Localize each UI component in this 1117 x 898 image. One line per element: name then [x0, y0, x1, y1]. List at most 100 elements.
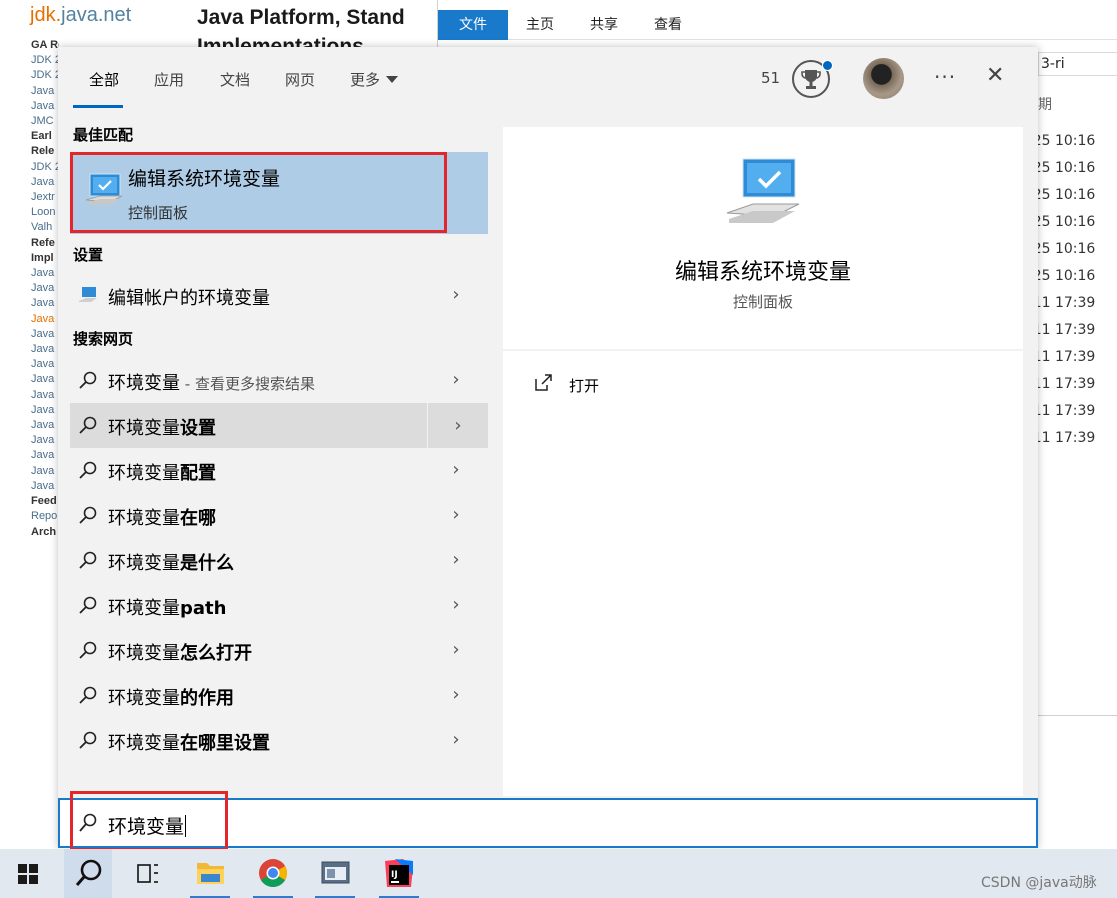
sidebar-link[interactable]: Valh — [31, 220, 59, 235]
suggestion-item[interactable]: 环境变量path › — [70, 583, 488, 628]
start-button[interactable] — [4, 849, 52, 898]
web-search-header: 搜索网页 — [73, 330, 134, 348]
file-date[interactable]: /25 10:16 — [1038, 236, 1117, 263]
taskbar-control-panel[interactable] — [311, 849, 359, 898]
suggestion-item[interactable]: 环境变量怎么打开 › — [70, 628, 488, 673]
web-result-item[interactable]: 环境变量 - 查看更多搜索结果 › — [70, 358, 488, 403]
task-view-button[interactable] — [124, 849, 172, 898]
user-avatar[interactable] — [863, 58, 904, 99]
suggestion-item[interactable]: 环境变量配置 › — [70, 448, 488, 493]
ribbon-tab-home[interactable]: 主页 — [508, 10, 572, 40]
sidebar-link[interactable]: Jextr — [31, 190, 59, 205]
preview-title: 编辑系统环境变量 — [674, 260, 851, 285]
explorer-search-field[interactable]: 3-ri — [1038, 52, 1117, 76]
file-date[interactable]: /25 10:16 — [1038, 182, 1117, 209]
sidebar-link[interactable]: JDK 2 — [31, 160, 59, 175]
suggestion-item[interactable]: 环境变量在哪里设置 › — [70, 718, 488, 763]
explorer-ribbon: 文件 主页 共享 查看 — [438, 10, 1117, 40]
open-label: 打开 — [569, 377, 600, 395]
system-settings-icon — [726, 158, 800, 223]
sidebar-link[interactable]: Java — [31, 357, 59, 372]
sidebar-link[interactable]: Java — [31, 372, 59, 387]
sidebar-link[interactable]: JDK 2 — [31, 68, 59, 83]
close-icon[interactable]: ✕ — [986, 65, 1004, 87]
taskbar: IJ — [0, 849, 1117, 898]
sidebar-link[interactable]: Java — [31, 266, 59, 281]
chevron-right-icon[interactable]: › — [446, 684, 466, 706]
sidebar-link[interactable]: Java — [31, 418, 59, 433]
divider — [503, 349, 1023, 351]
file-date[interactable]: /11 17:39 — [1038, 398, 1117, 425]
file-date[interactable]: /11 17:39 — [1038, 425, 1117, 452]
sidebar-link[interactable]: Java — [31, 327, 59, 342]
taskbar-search-button[interactable] — [64, 849, 112, 898]
suggestion-label: 环境变量配置 — [108, 463, 216, 484]
chevron-right-icon[interactable]: › — [446, 369, 466, 391]
sidebar-link[interactable]: Loon — [31, 205, 59, 220]
sidebar-link[interactable]: Java — [31, 448, 59, 463]
rewards-points[interactable]: 51 — [761, 69, 780, 87]
file-date[interactable]: /11 17:39 — [1038, 317, 1117, 344]
sidebar-link[interactable]: JMC — [31, 114, 59, 129]
chevron-right-icon[interactable]: › — [446, 549, 466, 571]
sidebar-link[interactable]: Impl — [31, 251, 59, 266]
sidebar-link[interactable]: Java — [31, 175, 59, 190]
open-action[interactable]: 打开 — [533, 373, 733, 399]
suggestion-item[interactable]: 环境变量设置 › — [70, 403, 488, 448]
suggestion-item[interactable]: 环境变量的作用 › — [70, 673, 488, 718]
chevron-right-icon[interactable]: › — [446, 594, 466, 616]
search-icon — [79, 416, 97, 434]
chevron-right-icon[interactable]: › — [427, 403, 488, 448]
file-date[interactable]: /11 17:39 — [1038, 344, 1117, 371]
tab-documents[interactable]: 文档 — [220, 69, 250, 90]
file-date[interactable]: /25 10:16 — [1038, 263, 1117, 290]
sidebar-link[interactable]: Java — [31, 312, 59, 327]
tab-more[interactable]: 更多 — [350, 69, 399, 90]
file-date[interactable]: /25 10:16 — [1038, 128, 1117, 155]
file-date[interactable]: /11 17:39 — [1038, 371, 1117, 398]
file-date[interactable]: /25 10:16 — [1038, 209, 1117, 236]
ribbon-tab-share[interactable]: 共享 — [572, 10, 636, 40]
chevron-right-icon[interactable]: › — [446, 459, 466, 481]
sidebar-link[interactable]: Java — [31, 403, 59, 418]
jdk-logo[interactable]: jdk.java.net — [30, 4, 131, 27]
tab-web[interactable]: 网页 — [285, 69, 315, 90]
ribbon-tab-view[interactable]: 查看 — [636, 10, 700, 40]
search-input[interactable]: 环境变量 — [58, 798, 1038, 848]
sidebar-link[interactable]: Java — [31, 99, 59, 114]
column-header-date[interactable]: 期 — [1038, 94, 1052, 114]
tab-all[interactable]: 全部 — [89, 69, 119, 90]
taskbar-chrome[interactable] — [249, 849, 297, 898]
suggestion-item[interactable]: 环境变量在哪 › — [70, 493, 488, 538]
sidebar-link[interactable]: GA Releases — [31, 38, 59, 53]
sidebar-link[interactable]: Java — [31, 388, 59, 403]
taskbar-intellij[interactable]: IJ — [375, 849, 423, 898]
chevron-right-icon[interactable]: › — [446, 504, 466, 526]
sidebar-link[interactable]: Java — [31, 281, 59, 296]
sidebar-link[interactable]: Java — [31, 296, 59, 311]
sidebar-link[interactable]: Java — [31, 433, 59, 448]
sidebar-link[interactable]: Repo — [31, 509, 59, 524]
sidebar-link[interactable]: Java — [31, 342, 59, 357]
sidebar-link[interactable]: Rele — [31, 144, 59, 159]
ribbon-tab-file[interactable]: 文件 — [438, 10, 508, 40]
file-date[interactable]: /25 10:16 — [1038, 155, 1117, 182]
sidebar-link[interactable]: Arch — [31, 525, 59, 540]
more-options-button[interactable]: ··· — [934, 65, 956, 89]
sidebar-link[interactable]: Java — [31, 479, 59, 494]
chevron-right-icon[interactable]: › — [446, 284, 466, 306]
tab-apps[interactable]: 应用 — [154, 69, 184, 90]
sidebar-link[interactable]: Feed — [31, 494, 59, 509]
settings-item-account-env[interactable]: 编辑帐户的环境变量 › — [70, 273, 488, 318]
sidebar-link[interactable]: Java — [31, 464, 59, 479]
sidebar-link[interactable]: Java — [31, 84, 59, 99]
sidebar-link[interactable]: Earl — [31, 129, 59, 144]
best-match-item[interactable]: 编辑系统环境变量 控制面板 — [70, 152, 488, 234]
file-date[interactable]: /11 17:39 — [1038, 290, 1117, 317]
chevron-right-icon[interactable]: › — [446, 729, 466, 751]
sidebar-link[interactable]: Refe — [31, 236, 59, 251]
taskbar-file-explorer[interactable] — [186, 849, 234, 898]
chevron-right-icon[interactable]: › — [446, 639, 466, 661]
sidebar-link[interactable]: JDK 2 — [31, 53, 59, 68]
suggestion-item[interactable]: 环境变量是什么 › — [70, 538, 488, 583]
